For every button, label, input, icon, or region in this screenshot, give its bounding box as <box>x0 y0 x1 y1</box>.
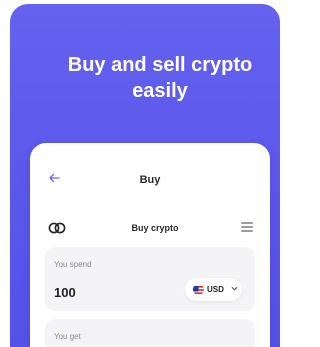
spend-amount-input[interactable]: 100 <box>54 285 76 300</box>
section-title: Buy crypto <box>131 223 179 233</box>
currency-select[interactable]: USD <box>185 278 242 301</box>
chevron-down-icon <box>231 285 238 295</box>
screen-title: Buy <box>139 174 161 186</box>
spend-field[interactable]: You spend 100 USD <box>45 247 255 311</box>
get-label: You get <box>54 332 81 341</box>
headline-line-1: Buy and sell crypto <box>67 54 253 76</box>
currency-code: USD <box>207 285 224 294</box>
get-field[interactable]: You get <box>45 319 255 347</box>
headline-line-2: easily <box>132 80 188 102</box>
us-flag-icon <box>193 284 204 295</box>
phone-mockup: Buy Buy crypto You spend 100 USD You get <box>30 143 270 347</box>
headline: Buy and sell crypto easily <box>10 52 280 104</box>
menu-icon[interactable] <box>241 222 253 232</box>
spend-label: You spend <box>54 260 92 269</box>
